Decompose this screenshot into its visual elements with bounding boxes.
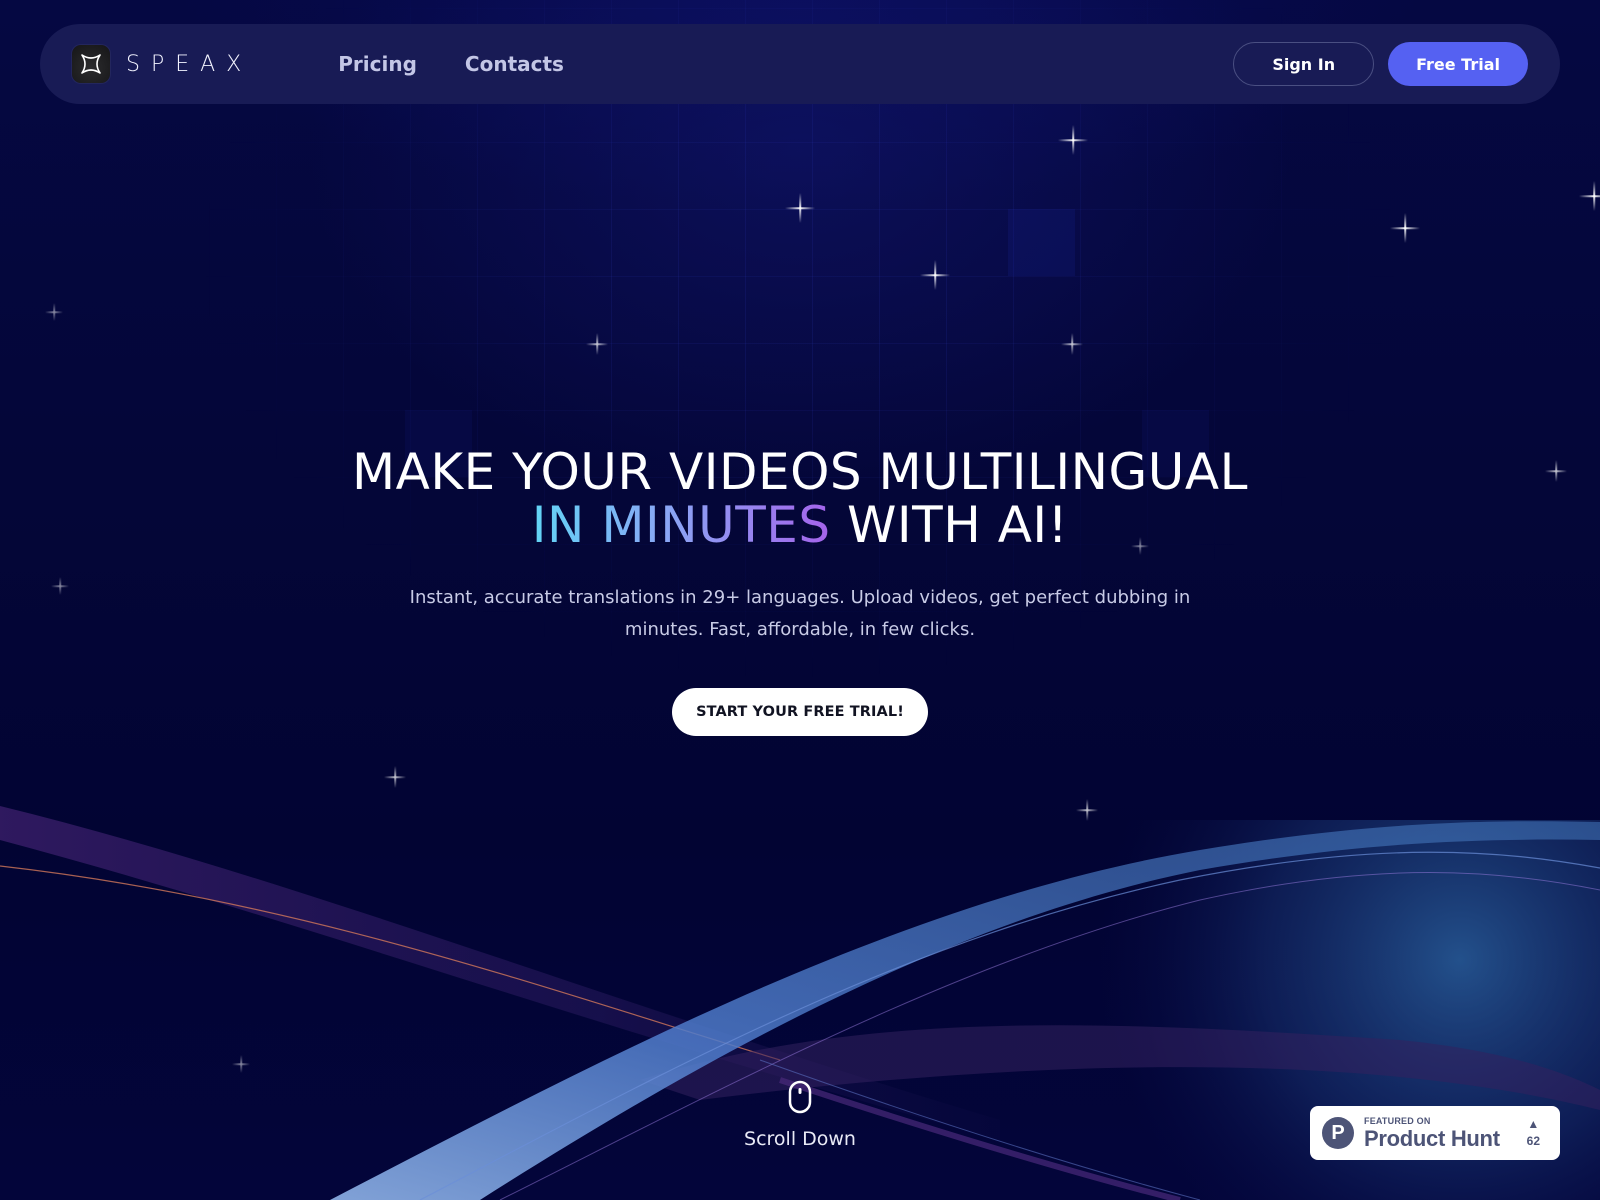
upvote-count: 62 [1526, 1134, 1540, 1148]
nav-link-contacts[interactable]: Contacts [465, 52, 564, 76]
hero-headline: MAKE YOUR VIDEOS MULTILINGUAL IN MINUTES… [0, 446, 1600, 552]
start-free-trial-button[interactable]: START YOUR FREE TRIAL! [672, 688, 928, 736]
sparkle-star-icon [785, 193, 815, 223]
sparkle-star-icon [586, 333, 608, 355]
upvote-arrow-icon: ▲ [1527, 1117, 1540, 1131]
headline-line-1: MAKE YOUR VIDEOS MULTILINGUAL [352, 443, 1248, 501]
hero-subtitle: Instant, accurate translations in 29+ la… [409, 587, 1191, 640]
hero-section: MAKE YOUR VIDEOS MULTILINGUAL IN MINUTES… [0, 446, 1600, 736]
sparkle-star-icon [1390, 213, 1420, 243]
sparkle-star-icon [1058, 125, 1088, 155]
scroll-down-label: Scroll Down [744, 1128, 856, 1150]
sparkle-star-icon [920, 260, 950, 290]
headline-rest: WITH AI! [830, 496, 1069, 554]
sparkle-star-icon [1579, 181, 1600, 211]
brand-name: SPEAX [126, 51, 253, 77]
grid-highlight-cell [1008, 209, 1075, 276]
mouse-icon [788, 1080, 812, 1114]
four-point-star-icon [72, 45, 110, 83]
scroll-down-indicator[interactable]: Scroll Down [700, 1080, 900, 1150]
product-hunt-name: Product Hunt [1364, 1125, 1500, 1151]
brand-logo[interactable]: SPEAX [72, 45, 252, 83]
upvote-counter: ▲ 62 [1527, 1118, 1548, 1148]
sign-in-button[interactable]: Sign In [1233, 42, 1375, 86]
featured-on-label: FEATURED ON [1364, 1115, 1431, 1126]
top-navbar: SPEAX Pricing Contacts Sign In Free Tria… [40, 24, 1560, 104]
free-trial-button[interactable]: Free Trial [1388, 42, 1528, 86]
nav-actions: Sign In Free Trial [1233, 42, 1528, 86]
product-hunt-text: FEATURED ON Product Hunt [1364, 1115, 1500, 1151]
product-hunt-logo-icon: P [1322, 1117, 1354, 1149]
product-hunt-badge[interactable]: P FEATURED ON Product Hunt ▲ 62 [1310, 1106, 1560, 1160]
sparkle-star-icon [1061, 333, 1083, 355]
nav-link-pricing[interactable]: Pricing [338, 52, 417, 76]
sparkle-star-icon [45, 303, 63, 321]
headline-highlight: IN MINUTES [531, 496, 831, 554]
nav-links: Pricing Contacts [338, 52, 564, 76]
